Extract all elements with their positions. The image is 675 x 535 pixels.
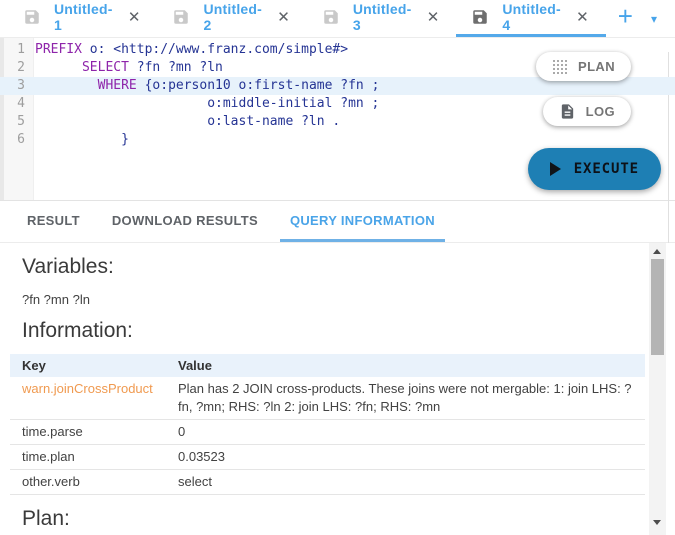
results-tab[interactable]: RESULT bbox=[17, 201, 90, 242]
code-line[interactable]: 6 } bbox=[0, 131, 675, 149]
information-table: Key Value warn.joinCrossProduct Plan has… bbox=[10, 354, 645, 495]
code-text: PREFIX o: <http://www.franz.com/simple#> bbox=[35, 41, 348, 59]
editor-tab-label: Untitled-2 bbox=[203, 1, 262, 33]
table-row: other.verb select bbox=[10, 470, 645, 495]
results-tab[interactable]: DOWNLOAD RESULTS bbox=[102, 201, 268, 242]
code-text: } bbox=[35, 131, 129, 149]
information-heading: Information: bbox=[22, 319, 649, 343]
log-button-label: LOG bbox=[586, 104, 615, 119]
info-key: warn.joinCrossProduct bbox=[10, 377, 166, 420]
plan-heading: Plan: bbox=[22, 507, 649, 531]
results-scrollbar[interactable] bbox=[649, 243, 666, 535]
code-text: o:middle-initial ?mn ; bbox=[35, 95, 379, 113]
editor-tab[interactable]: Untitled-1 ✕ bbox=[8, 0, 157, 37]
info-value: select bbox=[166, 470, 645, 495]
grid-dots-icon bbox=[552, 59, 568, 75]
info-value: 0.03523 bbox=[166, 445, 645, 470]
line-number: 2 bbox=[0, 59, 35, 77]
close-icon[interactable]: ✕ bbox=[126, 8, 143, 27]
query-information-panel: Variables: ?fn ?mn ?ln Information: Key … bbox=[0, 243, 649, 535]
info-value: 0 bbox=[166, 420, 645, 445]
results-tab[interactable]: QUERY INFORMATION bbox=[280, 201, 445, 242]
table-header-row: Key Value bbox=[10, 354, 645, 377]
save-icon bbox=[23, 8, 41, 26]
scroll-up-icon[interactable] bbox=[653, 249, 661, 254]
results-tab-label: QUERY INFORMATION bbox=[290, 213, 435, 228]
line-number: 3 bbox=[0, 77, 35, 95]
scroll-down-icon[interactable] bbox=[653, 520, 661, 525]
sparql-keyword: PREFIX bbox=[35, 42, 82, 57]
sparql-keyword: SELECT bbox=[82, 60, 129, 75]
variables-value: ?fn ?mn ?ln bbox=[22, 292, 649, 307]
sparql-keyword: WHERE bbox=[98, 78, 137, 93]
close-icon[interactable]: ✕ bbox=[275, 8, 292, 27]
close-icon[interactable]: ✕ bbox=[574, 8, 591, 27]
table-row: time.plan 0.03523 bbox=[10, 445, 645, 470]
info-key: other.verb bbox=[10, 470, 166, 495]
execute-button-label: EXECUTE bbox=[574, 161, 639, 177]
code-text: o:last-name ?ln . bbox=[35, 113, 340, 131]
table-row: time.parse 0 bbox=[10, 420, 645, 445]
editor-tab-label: Untitled-3 bbox=[353, 1, 412, 33]
query-editor[interactable]: 1 PREFIX o: <http://www.franz.com/simple… bbox=[0, 38, 675, 200]
editor-tab-label: Untitled-4 bbox=[502, 1, 561, 33]
info-key: time.plan bbox=[10, 445, 166, 470]
save-icon bbox=[172, 8, 190, 26]
editor-tab[interactable]: Untitled-4 ✕ bbox=[456, 0, 605, 37]
tab-menu-caret-icon[interactable]: ▾ bbox=[645, 12, 675, 26]
variables-heading: Variables: bbox=[22, 255, 649, 279]
table-row: warn.joinCrossProduct Plan has 2 JOIN cr… bbox=[10, 377, 645, 420]
save-icon bbox=[322, 8, 340, 26]
plan-button[interactable]: PLAN bbox=[536, 52, 631, 81]
log-button[interactable]: LOG bbox=[543, 97, 631, 126]
editor-tab[interactable]: Untitled-3 ✕ bbox=[307, 0, 456, 37]
document-icon bbox=[559, 103, 576, 120]
line-number: 1 bbox=[0, 41, 35, 59]
key-column-header: Key bbox=[10, 354, 166, 377]
results-tab-label: DOWNLOAD RESULTS bbox=[112, 213, 258, 228]
line-number: 4 bbox=[0, 95, 35, 113]
scrollbar-thumb[interactable] bbox=[651, 259, 664, 355]
save-icon bbox=[471, 8, 489, 26]
editor-tab-bar: Untitled-1 ✕ Untitled-2 ✕ Untitled-3 ✕ U… bbox=[0, 0, 675, 38]
line-number: 5 bbox=[0, 113, 35, 131]
info-key: time.parse bbox=[10, 420, 166, 445]
code-text: SELECT ?fn ?mn ?ln bbox=[35, 59, 223, 77]
close-icon[interactable]: ✕ bbox=[425, 8, 442, 27]
results-tab-bar: RESULT DOWNLOAD RESULTS QUERY INFORMATIO… bbox=[0, 200, 675, 243]
info-value: Plan has 2 JOIN cross-products. These jo… bbox=[166, 377, 645, 420]
editor-tab-label: Untitled-1 bbox=[54, 1, 113, 33]
add-tab-button[interactable]: + bbox=[606, 1, 645, 36]
play-icon bbox=[550, 162, 561, 176]
line-number: 6 bbox=[0, 131, 35, 149]
editor-tab[interactable]: Untitled-2 ✕ bbox=[157, 0, 306, 37]
value-column-header: Value bbox=[166, 354, 645, 377]
code-text: WHERE {o:person10 o:first-name ?fn ; bbox=[35, 77, 379, 95]
plan-button-label: PLAN bbox=[578, 59, 615, 74]
results-tab-label: RESULT bbox=[27, 213, 80, 228]
execute-button[interactable]: EXECUTE bbox=[528, 148, 661, 190]
